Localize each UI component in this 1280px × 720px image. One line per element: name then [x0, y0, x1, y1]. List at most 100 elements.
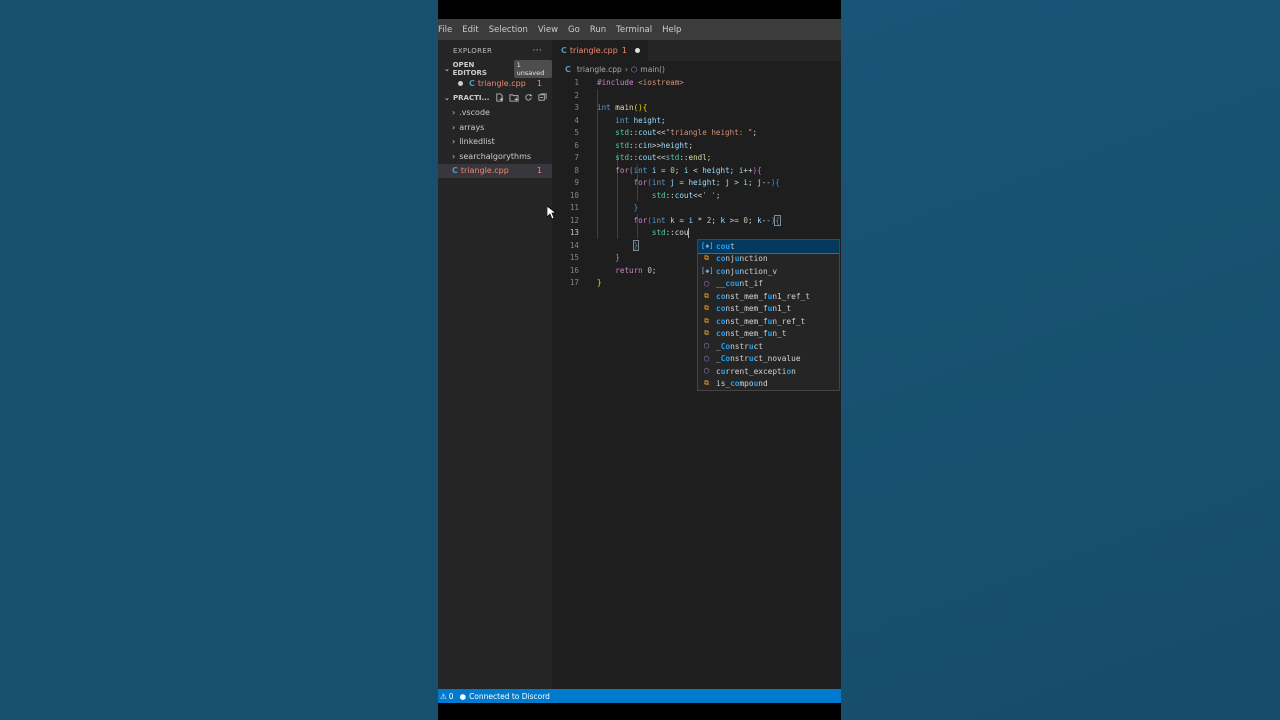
collapse-icon[interactable]	[538, 92, 547, 104]
suggest-item[interactable]: ⬡ _Construct_novalue	[698, 353, 839, 366]
new-file-icon[interactable]	[495, 92, 504, 104]
file-label: triangle.cpp	[460, 166, 509, 176]
code-line: for(int k = i * 2; k >= 0; k--){	[633, 214, 781, 226]
code-line: std::cout<<"triangle height: ";	[615, 128, 758, 137]
suggest-item[interactable]: ⬡ __count_if	[698, 278, 839, 291]
suggest-label: _Construct	[716, 341, 763, 351]
chevron-down-icon: ⌄	[444, 94, 450, 102]
problems-count: 0	[448, 691, 454, 701]
tab-triangle[interactable]: C triangle.cpp 1	[552, 40, 648, 61]
suggest-label: current_exception	[716, 366, 796, 376]
text-cursor	[688, 228, 690, 238]
cpp-file-icon: C	[452, 166, 458, 176]
suggest-label: const_mem_fun1_ref_t	[716, 291, 810, 301]
folder-item[interactable]: › arrays	[438, 120, 552, 135]
suggest-item[interactable]: ⧉ const_mem_fun1_ref_t	[698, 290, 839, 303]
suggest-item[interactable]: ⧉ const_mem_fun_ref_t	[698, 315, 839, 328]
ellipsis-icon[interactable]: ···	[533, 46, 542, 56]
folder-item[interactable]: › searchalgorythms	[438, 149, 552, 164]
discord-label: Connected to Discord	[469, 691, 550, 701]
suggest-label: cout	[716, 241, 735, 251]
folder-label: searchalgorythms	[459, 151, 532, 161]
menu-edit[interactable]: Edit	[457, 25, 483, 35]
type-icon: ⧉	[704, 316, 709, 325]
chevron-right-icon: ›	[452, 137, 456, 147]
explorer-sidebar: EXPLORER ··· ⌄ OPEN EDITORS 1 unsaved C …	[438, 40, 552, 689]
line-number: 1	[574, 78, 579, 87]
background-left	[0, 0, 438, 720]
project-label: PRACTI...	[453, 94, 490, 102]
menu-help[interactable]: Help	[657, 25, 686, 35]
line-number: 6	[574, 140, 579, 150]
symbol-method-icon: ⬡	[630, 64, 638, 74]
type-icon: ⧉	[704, 254, 709, 263]
code-line-current: std::cou	[651, 228, 690, 238]
class-icon: ⬡	[703, 279, 710, 288]
suggest-label: conjunction_v	[716, 266, 778, 276]
chevron-right-icon: ›	[452, 151, 456, 161]
suggest-item[interactable]: ⧉ const_mem_fun_t	[698, 328, 839, 341]
tab-label: triangle.cpp	[569, 46, 618, 55]
problem-count: 1	[536, 166, 542, 176]
new-folder-icon[interactable]	[509, 93, 519, 104]
open-editor-item[interactable]: C triangle.cpp 1	[438, 76, 552, 91]
suggest-item[interactable]: [◈] conjunction_v	[698, 265, 839, 278]
line-number: 3	[574, 103, 579, 112]
menu-file[interactable]: File	[438, 25, 457, 35]
menu-selection[interactable]: Selection	[484, 25, 533, 35]
folder-item[interactable]: › linkedlist	[438, 135, 552, 150]
letterbox-bottom	[438, 703, 841, 720]
editor-tabs: C triangle.cpp 1	[552, 40, 841, 61]
folder-label: .vscode	[459, 108, 490, 118]
explorer-header: EXPLORER ···	[438, 40, 552, 61]
class-icon: ⬡	[703, 354, 710, 363]
breadcrumb-file[interactable]: triangle.cpp	[577, 65, 622, 74]
menu-view[interactable]: View	[533, 25, 563, 35]
cpp-file-icon: C	[565, 64, 571, 74]
background-right	[841, 0, 1280, 720]
folder-item[interactable]: › .vscode	[438, 106, 552, 121]
project-section[interactable]: ⌄ PRACTI...	[438, 91, 552, 106]
breadcrumb-symbol[interactable]: main()	[640, 65, 665, 74]
vscode-window: File Edit Selection View Go Run Terminal…	[438, 0, 841, 720]
suggest-item[interactable]: ⬡ _Construct	[698, 340, 839, 353]
line-number: 7	[574, 153, 579, 162]
suggest-label: _Construct_novalue	[716, 354, 801, 364]
line-number: 4	[574, 115, 579, 125]
suggest-item[interactable]: ⬡ current_exception	[698, 365, 839, 378]
tab-problem-count: 1	[621, 46, 627, 55]
globe-icon: ●	[459, 691, 467, 701]
problem-count: 1	[536, 78, 542, 88]
class-icon: ⬡	[703, 342, 710, 351]
refresh-icon[interactable]	[524, 93, 533, 104]
suggest-item[interactable]: ⧉ conjunction	[698, 253, 839, 266]
line-number: 15	[569, 253, 579, 262]
suggest-label: __count_if	[716, 279, 763, 289]
open-editors-section[interactable]: ⌄ OPEN EDITORS 1 unsaved	[438, 59, 552, 78]
line-number: 12	[569, 215, 579, 225]
suggest-item[interactable]: ⧉ is_compound	[698, 378, 839, 391]
statusbar: ⚠ 0 ● Connected to Discord	[438, 689, 841, 703]
chevron-right-icon: ›	[452, 122, 456, 132]
unsaved-dot-icon[interactable]	[634, 48, 640, 53]
project-actions	[495, 92, 547, 104]
suggest-label: is_compound	[716, 379, 768, 389]
problems-status[interactable]: ⚠ 0	[440, 692, 454, 701]
code-line: std::cout<<' ';	[651, 190, 721, 200]
variable-icon: [◈]	[701, 242, 714, 251]
variable-icon: [◈]	[701, 267, 714, 276]
chevron-down-icon: ⌄	[444, 64, 450, 73]
unsaved-dot-icon[interactable]	[458, 80, 463, 86]
code-line: }	[597, 278, 602, 287]
menu-terminal[interactable]: Terminal	[611, 25, 657, 35]
line-number: 9	[574, 178, 579, 187]
menu-run[interactable]: Run	[585, 25, 611, 35]
suggest-widget: [◈] cout ⧉ conjunction [◈] conjunction_v…	[697, 239, 840, 391]
suggest-item[interactable]: ⧉ const_mem_fun1_t	[698, 303, 839, 316]
file-item-triangle[interactable]: C triangle.cpp 1	[438, 163, 552, 178]
suggest-label: const_mem_fun_t	[716, 329, 787, 339]
suggest-item[interactable]: [◈] cout	[698, 240, 839, 254]
menu-go[interactable]: Go	[563, 25, 585, 35]
code-line: }	[632, 239, 640, 251]
discord-status[interactable]: ● Connected to Discord	[460, 692, 550, 701]
